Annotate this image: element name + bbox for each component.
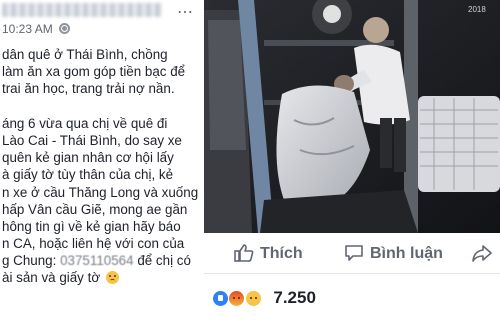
post-line xyxy=(2,98,200,115)
reaction-count: 7.250 xyxy=(273,288,316,307)
like-reaction-icon xyxy=(212,289,229,307)
post-line: à giấy tờ tùy thân của chị, kẻ xyxy=(2,167,174,183)
bus-cctv-photo[interactable]: 2018 xyxy=(204,0,500,233)
post-line: dân quê ở Thái Bình, chồng xyxy=(2,47,168,62)
comment-button[interactable]: Bình luận xyxy=(344,244,443,270)
final-line-text: ài sản và giấy tờ xyxy=(2,270,101,286)
comment-bubble-icon xyxy=(345,245,363,261)
sad-emoji-icon xyxy=(105,271,119,285)
post-line: áng 6 vừa qua chị về quê đi xyxy=(2,115,168,131)
cctv-timestamp: 2018 xyxy=(468,5,486,14)
post-header: … xyxy=(0,0,200,22)
like-button[interactable]: Thích xyxy=(234,244,303,270)
post-line: Lào Cai - Thái Bình, do say xe xyxy=(2,132,182,148)
post-body: dân quê ở Thái Bình, chồng làm ăn xa gom… xyxy=(2,46,200,287)
contact-line-end: để chị có xyxy=(137,253,191,269)
post-action-bar: Thích Bình luận xyxy=(204,240,500,274)
phone-number-link[interactable]: 0375110564 xyxy=(60,253,133,268)
post-line-phone: g Chung: 0375110564 để chị có xyxy=(2,252,200,269)
like-label: Thích xyxy=(260,245,303,262)
comment-label: Bình luận xyxy=(370,245,443,262)
share-arrow-icon xyxy=(472,245,492,262)
blurred-author-name xyxy=(2,3,162,17)
bus-scene-illustration: 2018 xyxy=(204,0,500,233)
public-globe-icon xyxy=(59,23,71,34)
angry-reaction-icon xyxy=(228,289,246,307)
post-panel: … 10:23 AM dân quê ở Thái Bình, chồng là… xyxy=(0,0,200,333)
reaction-summary[interactable]: 7.250 xyxy=(212,288,316,314)
sad-reaction-icon xyxy=(244,289,262,307)
share-button[interactable] xyxy=(472,244,498,270)
post-line: hấp Vân cầu Giẽ, mong ae gần xyxy=(2,201,188,217)
post-line: hông tin gì về kẻ gian hãy báo xyxy=(2,218,181,234)
post-timestamp[interactable]: 10:23 AM xyxy=(2,22,71,38)
post-time: 10:23 AM xyxy=(2,22,53,36)
contact-name-fragment: g Chung: xyxy=(2,253,57,269)
post-line: trai ăn học, trang trải nợ nần. xyxy=(2,81,175,97)
photo-post-panel: 2018 Thích Bình luận 7.250 xyxy=(204,0,500,333)
post-line: n xe ở cầu Thăng Long và xuống xyxy=(2,184,199,200)
post-line: làm ăn xa gom góp tiền bạc để xyxy=(2,64,186,80)
post-line-final: ài sản và giấy tờ xyxy=(2,269,200,286)
thumbs-up-icon xyxy=(234,244,254,262)
more-options-icon[interactable]: … xyxy=(176,0,194,16)
post-line: n CA, hoặc liên hệ với con của xyxy=(2,236,185,252)
post-line: quên kẻ gian nhân cơ hội lấy xyxy=(2,150,174,166)
